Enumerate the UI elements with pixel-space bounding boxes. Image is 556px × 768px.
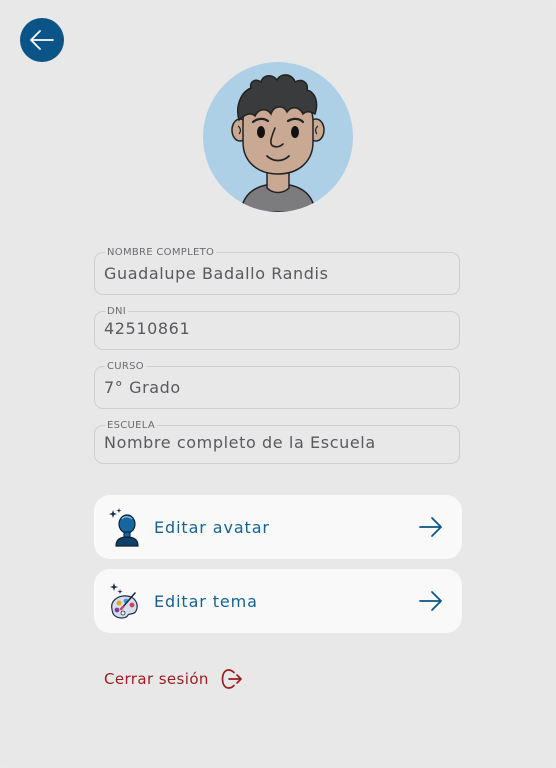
school-field: ESCUELA Nombre completo de la Escuela — [94, 420, 460, 464]
school-label: ESCUELA — [105, 420, 158, 432]
palette-icon — [110, 583, 138, 619]
boy-avatar-illustration — [231, 74, 325, 212]
back-button[interactable] — [20, 18, 64, 62]
school-value: Nombre completo de la Escuela — [104, 433, 376, 452]
course-value: 7° Grado — [104, 378, 181, 397]
arrow-right-icon — [419, 517, 442, 537]
course-field: CURSO 7° Grado — [94, 361, 460, 409]
full-name-label: NOMBRE COMPLETO — [105, 247, 217, 259]
edit-theme-label: Editar tema — [154, 591, 258, 611]
course-label: CURSO — [105, 361, 146, 373]
avatar — [203, 62, 353, 212]
profile-screen: NOMBRE COMPLETO Guadalupe Badallo Randis… — [0, 0, 556, 768]
edit-avatar-label: Editar avatar — [154, 517, 270, 537]
full-name-value: Guadalupe Badallo Randis — [104, 264, 329, 283]
arrow-left-icon — [30, 30, 54, 50]
dni-field: DNI 42510861 — [94, 306, 460, 350]
logout-button[interactable]: Cerrar sesión — [104, 666, 243, 692]
edit-theme-button[interactable]: Editar tema — [94, 569, 462, 633]
logout-icon — [221, 669, 242, 689]
dni-label: DNI — [105, 306, 129, 318]
avatar-bust-icon — [109, 508, 139, 547]
full-name-field: NOMBRE COMPLETO Guadalupe Badallo Randis — [94, 247, 460, 295]
arrow-right-icon — [419, 591, 442, 611]
logout-label: Cerrar sesión — [104, 670, 209, 688]
dni-value: 42510861 — [104, 319, 191, 338]
edit-avatar-button[interactable]: Editar avatar — [94, 495, 462, 559]
